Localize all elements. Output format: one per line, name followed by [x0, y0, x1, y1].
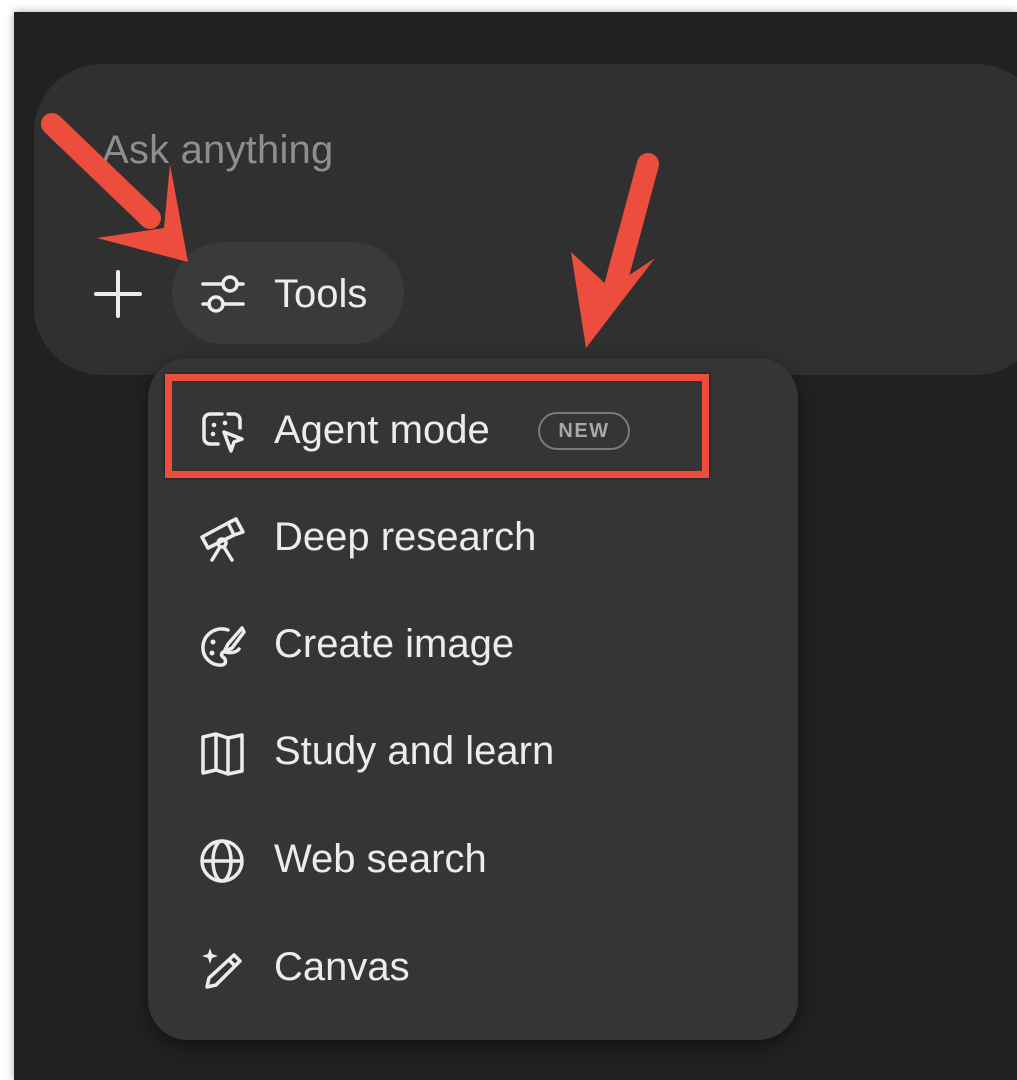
menu-item-canvas[interactable]: Canvas [190, 937, 750, 997]
tools-label: Tools [274, 272, 368, 316]
palette-brush-icon [201, 626, 246, 667]
sliders-icon [201, 275, 245, 313]
menu-item-label: Web search [274, 837, 487, 881]
pencil-sparkle-icon [202, 948, 242, 989]
plus-icon[interactable] [92, 268, 144, 320]
annotation-highlight-box [165, 374, 709, 478]
menu-item-label: Study and learn [274, 729, 555, 773]
menu-item-deep-research[interactable]: Deep research [190, 507, 750, 567]
menu-item-label: Canvas [274, 945, 410, 989]
menu-item-study-and-learn[interactable]: Study and learn [190, 721, 750, 781]
telescope-icon [200, 517, 245, 562]
menu-item-label: Deep research [274, 515, 537, 559]
menu-item-create-image[interactable]: Create image [190, 614, 750, 674]
prompt-placeholder[interactable]: Ask anything [102, 126, 333, 174]
prompt-composer[interactable] [34, 64, 1017, 375]
open-book-icon [201, 732, 244, 776]
globe-icon [200, 839, 244, 883]
menu-item-web-search[interactable]: Web search [190, 829, 750, 889]
menu-item-label: Create image [274, 622, 515, 666]
